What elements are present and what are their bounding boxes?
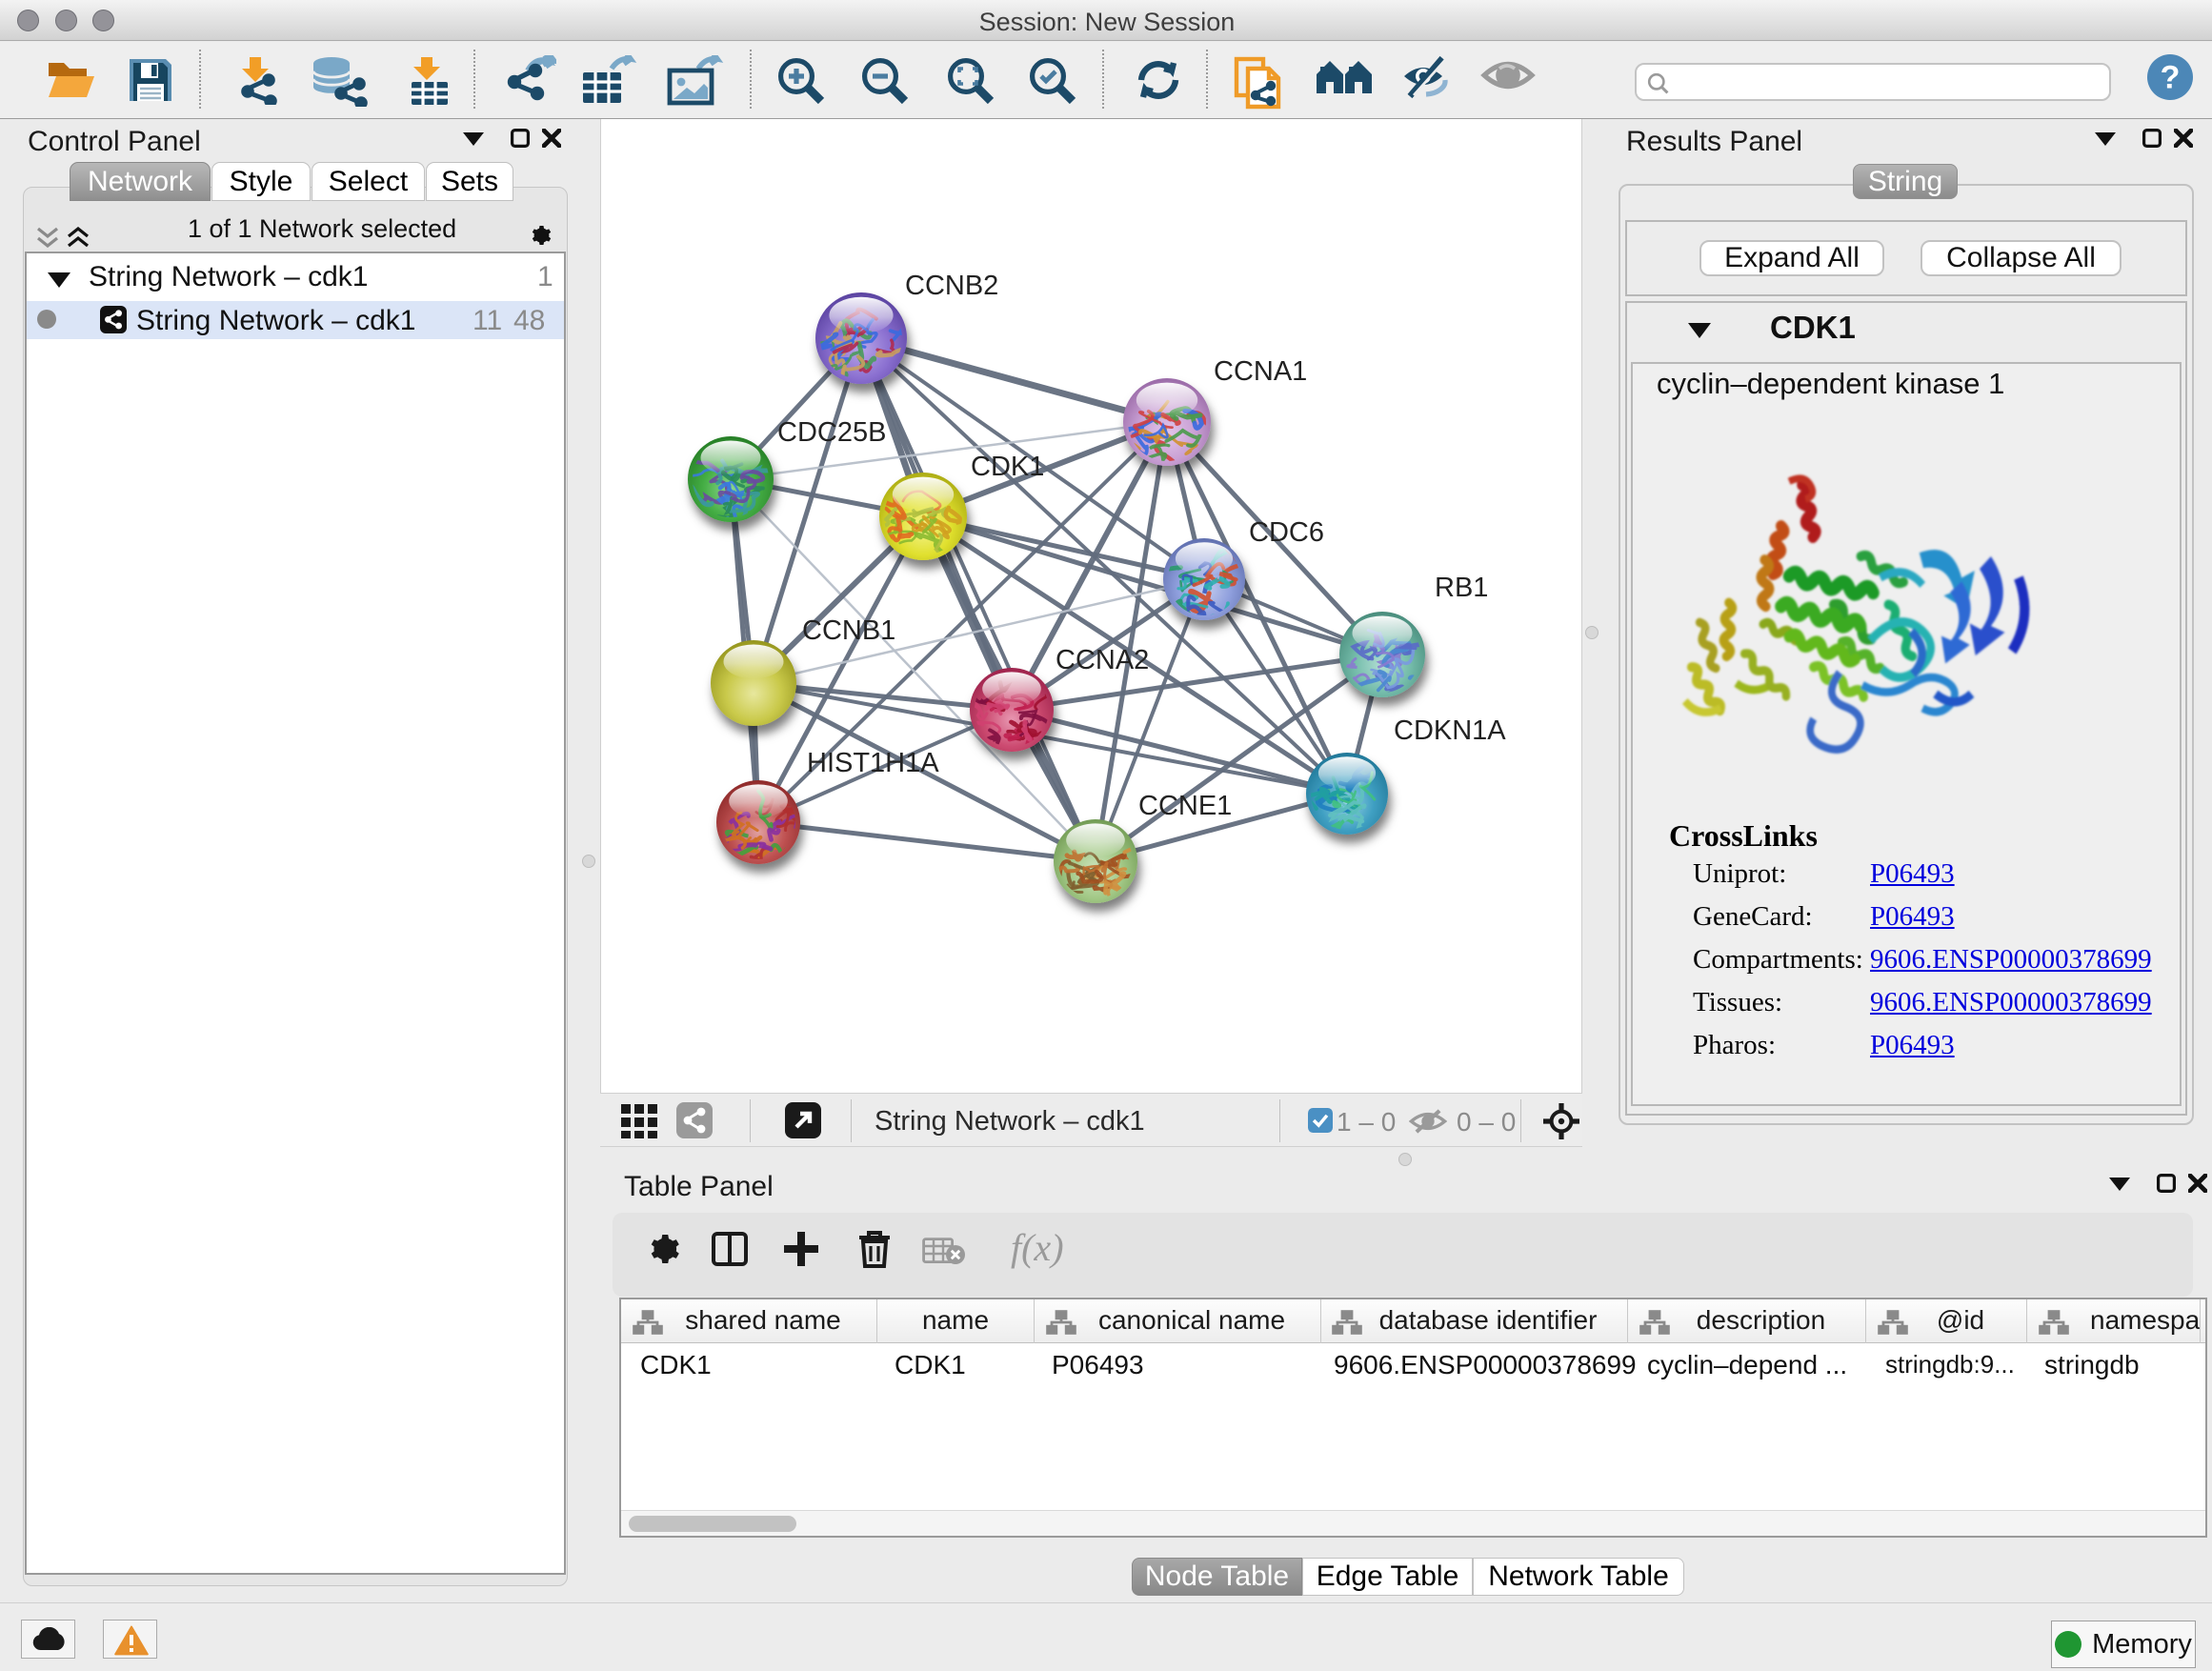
svg-text:CCNB1: CCNB1 <box>802 615 895 646</box>
svg-text:CDKN1A: CDKN1A <box>1394 715 1506 746</box>
svg-text:CDC6: CDC6 <box>1249 517 1324 548</box>
svg-text:CCNE1: CCNE1 <box>1138 791 1232 821</box>
svg-text:HIST1H1A: HIST1H1A <box>807 748 939 778</box>
svg-text:?: ? <box>2161 59 2181 95</box>
svg-text:CCNA1: CCNA1 <box>1214 356 1307 387</box>
svg-text:RB1: RB1 <box>1435 573 1488 603</box>
svg-text:CDK1: CDK1 <box>971 452 1044 482</box>
svg-text:CDC25B: CDC25B <box>777 417 886 448</box>
svg-text:CCNA2: CCNA2 <box>1056 645 1149 675</box>
svg-text:CCNB2: CCNB2 <box>905 271 998 301</box>
